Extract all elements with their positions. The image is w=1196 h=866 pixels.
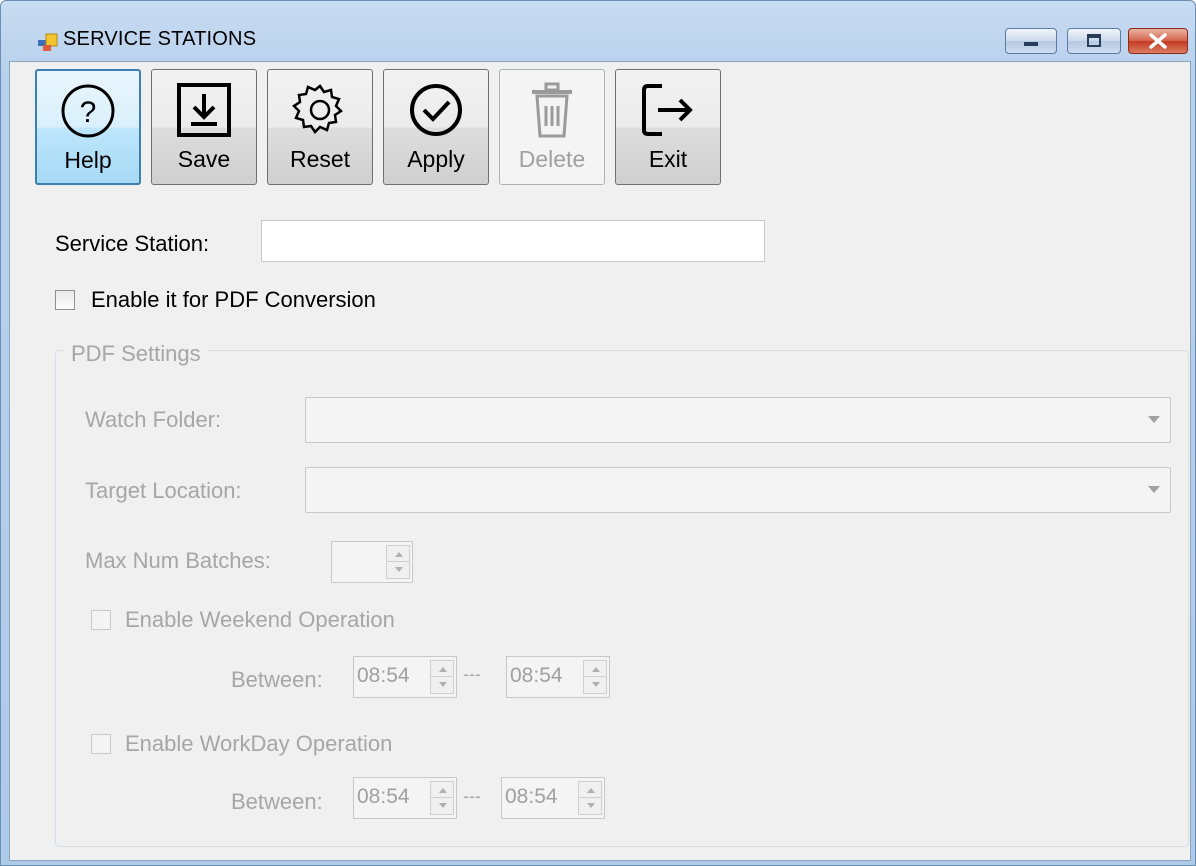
weekend-to-time[interactable]: 08:54 xyxy=(506,656,610,698)
weekend-between-label: Between: xyxy=(231,667,323,692)
enable-workday-checkbox[interactable] xyxy=(91,734,111,754)
exit-button[interactable]: Exit xyxy=(615,69,721,185)
reset-icon xyxy=(292,84,343,134)
weekend-from-value: 08:54 xyxy=(357,664,410,687)
svg-text:?: ? xyxy=(80,96,97,129)
workday-to-value: 08:54 xyxy=(505,785,558,808)
save-label: Save xyxy=(177,146,231,172)
spin-up-icon[interactable] xyxy=(387,546,409,562)
workday-from-spin-buttons[interactable] xyxy=(430,781,454,815)
weekend-from-time[interactable]: 08:54 xyxy=(353,656,457,698)
title-bar[interactable]: SERVICE STATIONS xyxy=(1,1,1195,54)
workday-to-time[interactable]: 08:54 xyxy=(501,777,605,819)
close-icon xyxy=(1149,33,1167,49)
help-label: Help xyxy=(64,147,112,173)
help-icon: ? xyxy=(61,84,115,138)
close-button[interactable] xyxy=(1128,28,1188,54)
minimize-button[interactable] xyxy=(1005,28,1057,54)
enable-pdf-checkbox[interactable] xyxy=(55,290,75,310)
max-batches-stepper[interactable] xyxy=(331,541,413,583)
delete-icon xyxy=(532,82,572,138)
restore-icon xyxy=(1087,34,1101,47)
window-title: SERVICE STATIONS xyxy=(63,28,257,50)
reset-label: Reset xyxy=(289,146,351,172)
enable-pdf-label: Enable it for PDF Conversion xyxy=(91,287,376,312)
spin-down-icon[interactable] xyxy=(387,562,409,578)
workday-from-value: 08:54 xyxy=(357,785,410,808)
enable-weekend-label: Enable Weekend Operation xyxy=(125,607,395,632)
workday-from-time[interactable]: 08:54 xyxy=(353,777,457,819)
service-station-label: Service Station: xyxy=(55,231,210,256)
spin-up-icon[interactable] xyxy=(579,782,601,798)
exit-icon xyxy=(642,84,693,136)
delete-label: Delete xyxy=(518,146,586,172)
save-button[interactable]: Save xyxy=(151,69,257,185)
restore-button[interactable] xyxy=(1067,28,1121,54)
save-icon xyxy=(177,83,231,137)
enable-workday-label: Enable WorkDay Operation xyxy=(125,731,393,756)
spin-down-icon[interactable] xyxy=(579,798,601,814)
chevron-down-icon xyxy=(1148,416,1160,423)
spin-down-icon[interactable] xyxy=(431,798,453,814)
help-button[interactable]: ? Help xyxy=(35,69,141,185)
service-stations-window: SERVICE STATIONS ? Help Save Reset Apply… xyxy=(0,0,1196,866)
minimize-icon xyxy=(1024,42,1038,46)
enable-weekend-checkbox[interactable] xyxy=(91,610,111,630)
watch-folder-label: Watch Folder: xyxy=(85,407,222,432)
spin-down-icon[interactable] xyxy=(431,677,453,693)
pdf-settings-title: PDF Settings xyxy=(65,341,207,367)
chevron-down-icon xyxy=(1148,486,1160,493)
max-batches-spin-buttons[interactable] xyxy=(386,545,410,579)
apply-label: Apply xyxy=(407,146,465,172)
delete-button[interactable]: Delete xyxy=(499,69,605,185)
workday-to-spin-buttons[interactable] xyxy=(578,781,602,815)
weekend-separator: --- xyxy=(463,664,481,684)
spin-up-icon[interactable] xyxy=(431,661,453,677)
reset-button[interactable]: Reset xyxy=(267,69,373,185)
service-station-input[interactable] xyxy=(261,220,765,262)
apply-button[interactable]: Apply xyxy=(383,69,489,185)
weekend-from-spin-buttons[interactable] xyxy=(430,660,454,694)
spin-up-icon[interactable] xyxy=(431,782,453,798)
max-batches-label: Max Num Batches: xyxy=(85,548,271,573)
apply-icon xyxy=(410,84,462,136)
exit-label: Exit xyxy=(648,146,688,172)
weekend-to-value: 08:54 xyxy=(510,664,563,687)
workday-separator: --- xyxy=(463,786,481,806)
watch-folder-dropdown[interactable] xyxy=(305,397,1171,443)
spin-down-icon[interactable] xyxy=(584,677,606,693)
target-location-dropdown[interactable] xyxy=(305,467,1171,513)
spin-up-icon[interactable] xyxy=(584,661,606,677)
app-icon xyxy=(38,33,58,51)
workday-between-label: Between: xyxy=(231,789,323,814)
weekend-to-spin-buttons[interactable] xyxy=(583,660,607,694)
target-location-label: Target Location: xyxy=(85,478,242,503)
